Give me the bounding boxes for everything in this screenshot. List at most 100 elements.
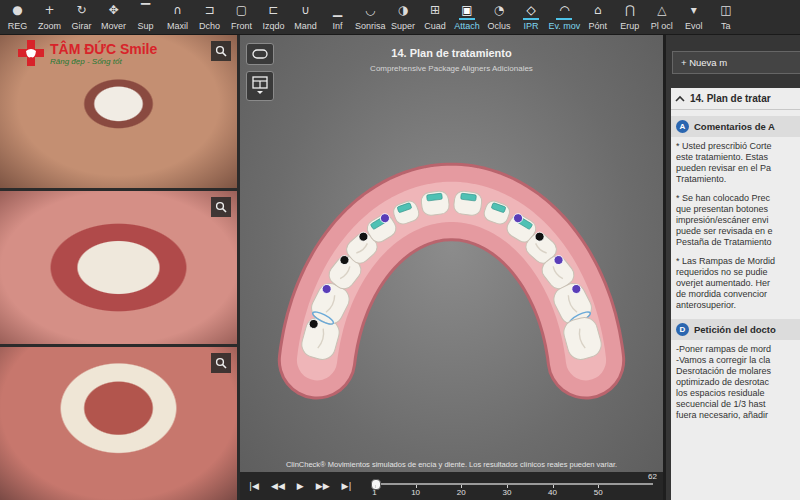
- tooth[interactable]: [561, 314, 604, 362]
- tooth[interactable]: [420, 190, 450, 216]
- tool-label: Pl ocl: [651, 21, 673, 32]
- text-line: fuera necesario, añadir: [676, 410, 800, 421]
- new-modification-button[interactable]: + Nueva m: [672, 51, 800, 74]
- playback-button[interactable]: ▶|: [337, 479, 357, 493]
- plan-card-header[interactable]: 14. Plan de tratar: [671, 88, 800, 110]
- text-line: overjet aumentado. Her: [676, 278, 800, 289]
- tool-icon: ▁: [330, 3, 346, 20]
- toolbar-button[interactable]: ⊐ Dcho: [194, 0, 225, 34]
- tool-icon: ▔: [138, 3, 154, 20]
- playback-button[interactable]: ▶: [292, 479, 309, 493]
- arch-canvas[interactable]: [240, 107, 663, 458]
- attachment[interactable]: [397, 203, 412, 213]
- stage-slider[interactable]: 62 1 10 20 30 40 50: [375, 472, 653, 500]
- toolbar-button[interactable]: ◔ Oclus: [484, 0, 515, 34]
- tooth-groove: [535, 243, 547, 254]
- watermark-logo: TÂM ĐỨC Smile Răng đẹp - Sống tốt: [16, 38, 157, 68]
- toolbar-button[interactable]: ▁ Inf: [322, 0, 353, 34]
- toolbar-button[interactable]: ⋂ Erup: [614, 0, 645, 34]
- attachment[interactable]: [427, 193, 443, 201]
- text-line: * Usted prescribió Corte: [676, 141, 800, 152]
- tooth-groove: [356, 243, 368, 254]
- magnifier-icon: [215, 357, 227, 369]
- zoom-button[interactable]: [211, 197, 231, 217]
- marker-dot[interactable]: [533, 230, 546, 243]
- tool-icon: ⋂: [622, 3, 638, 20]
- toolbar-button[interactable]: ↻ Girar: [66, 0, 97, 34]
- plan-card: 14. Plan de tratar A Comentarios de A * …: [671, 88, 800, 500]
- text-line: que presentan botones: [676, 204, 800, 215]
- tool-label: Ev. mov: [549, 21, 581, 32]
- text-line: pueden revisar en el Pa: [676, 163, 800, 174]
- tooth[interactable]: [482, 199, 512, 226]
- tool-icon: ●: [10, 3, 26, 20]
- toolbar-button[interactable]: ▾ Evol: [678, 0, 709, 34]
- marker-dot[interactable]: [308, 318, 319, 329]
- clinic-tagline: Răng đẹp - Sống tốt: [50, 57, 157, 66]
- toolbar-button[interactable]: ▢ Front: [226, 0, 257, 34]
- toolbar-button[interactable]: ▔ Sup: [130, 0, 161, 34]
- single-arch-button[interactable]: [246, 43, 274, 65]
- tool-label: Izqdo: [262, 21, 284, 32]
- marker-dot[interactable]: [552, 254, 565, 267]
- section-badge: D: [676, 323, 689, 336]
- paragraph: -Poner rampas de mord-Vamos a corregir l…: [676, 344, 800, 421]
- toolbar-button[interactable]: ⊏ Izqdo: [258, 0, 289, 34]
- tool-label: Sonrisa: [355, 21, 386, 32]
- dental-arch[interactable]: [240, 107, 663, 458]
- tool-label: Attach: [454, 21, 480, 32]
- patient-photo[interactable]: [0, 191, 237, 344]
- tooth[interactable]: [364, 211, 399, 245]
- attachment[interactable]: [491, 203, 506, 213]
- toolbar-button[interactable]: ✥ Mover: [98, 0, 129, 34]
- toolbar-button[interactable]: ∪ Mand: [290, 0, 321, 34]
- clinic-logo-icon: [16, 38, 46, 68]
- tick-label: 30: [502, 488, 511, 497]
- marker-dot[interactable]: [570, 283, 582, 295]
- toolbar-button[interactable]: ◫ Ta: [710, 0, 741, 34]
- marker-dot[interactable]: [321, 283, 333, 295]
- tool-icon: ◑: [395, 3, 411, 20]
- playback-button[interactable]: ▶▶: [311, 479, 335, 493]
- tool-icon: ◠: [556, 3, 572, 20]
- marker-dot[interactable]: [379, 212, 391, 224]
- toolbar-button[interactable]: ● REG: [2, 0, 33, 34]
- layout-button[interactable]: [246, 71, 274, 101]
- section-body: * Usted prescribió Corteeste tratamiento…: [671, 137, 800, 311]
- toolbar-button[interactable]: ◇ IPR: [516, 0, 547, 34]
- tool-icon: +: [42, 3, 58, 20]
- plan-subtitle: Comprehensive Package Aligners Adicional…: [278, 64, 625, 73]
- patient-photo[interactable]: [0, 347, 237, 500]
- zoom-button[interactable]: [211, 353, 231, 373]
- tooth[interactable]: [453, 190, 483, 216]
- chevron-icon: [675, 95, 685, 103]
- gum: [317, 202, 586, 360]
- text-line: los espacios residuale: [676, 388, 800, 399]
- attachment[interactable]: [461, 193, 477, 201]
- toolbar-button[interactable]: ▣ Attach: [452, 0, 483, 34]
- playback-button[interactable]: |◀: [244, 479, 264, 493]
- toolbar-button[interactable]: ⌂ Pónt: [582, 0, 613, 34]
- toolbar-button[interactable]: ◠ Ev. mov: [548, 0, 582, 34]
- toolbar: ● REG+ Zoom↻ Girar✥ Mover▔ Sup∩ Maxil⊐ D…: [0, 0, 800, 35]
- ipr-mark[interactable]: [311, 310, 335, 327]
- toolbar-button[interactable]: ⊞ Cuad: [420, 0, 451, 34]
- text-line: -Poner rampas de mord: [676, 344, 800, 355]
- toolbar-button[interactable]: ◡ Sonrisa: [354, 0, 387, 34]
- tool-icon: ⊞: [427, 3, 443, 20]
- tool-label: Mand: [294, 21, 317, 32]
- toolbar-button[interactable]: △ Pl ocl: [646, 0, 677, 34]
- tooth-groove: [318, 329, 326, 349]
- marker-dot[interactable]: [512, 212, 524, 224]
- toolbar-button[interactable]: ∩ Maxil: [162, 0, 193, 34]
- playback-button[interactable]: ◀◀: [266, 479, 290, 493]
- zoom-button[interactable]: [211, 41, 231, 61]
- tooth[interactable]: [391, 199, 421, 226]
- text-line: este tratamiento. Estas: [676, 152, 800, 163]
- watermark-text: TÂM ĐỨC Smile Răng đẹp - Sống tốt: [50, 41, 157, 66]
- section-header: D Petición del docto: [671, 319, 800, 340]
- tool-icon: ◇: [523, 3, 539, 20]
- toolbar-button[interactable]: ◑ Super: [388, 0, 419, 34]
- tick-mark: [461, 485, 462, 488]
- toolbar-button[interactable]: + Zoom: [34, 0, 65, 34]
